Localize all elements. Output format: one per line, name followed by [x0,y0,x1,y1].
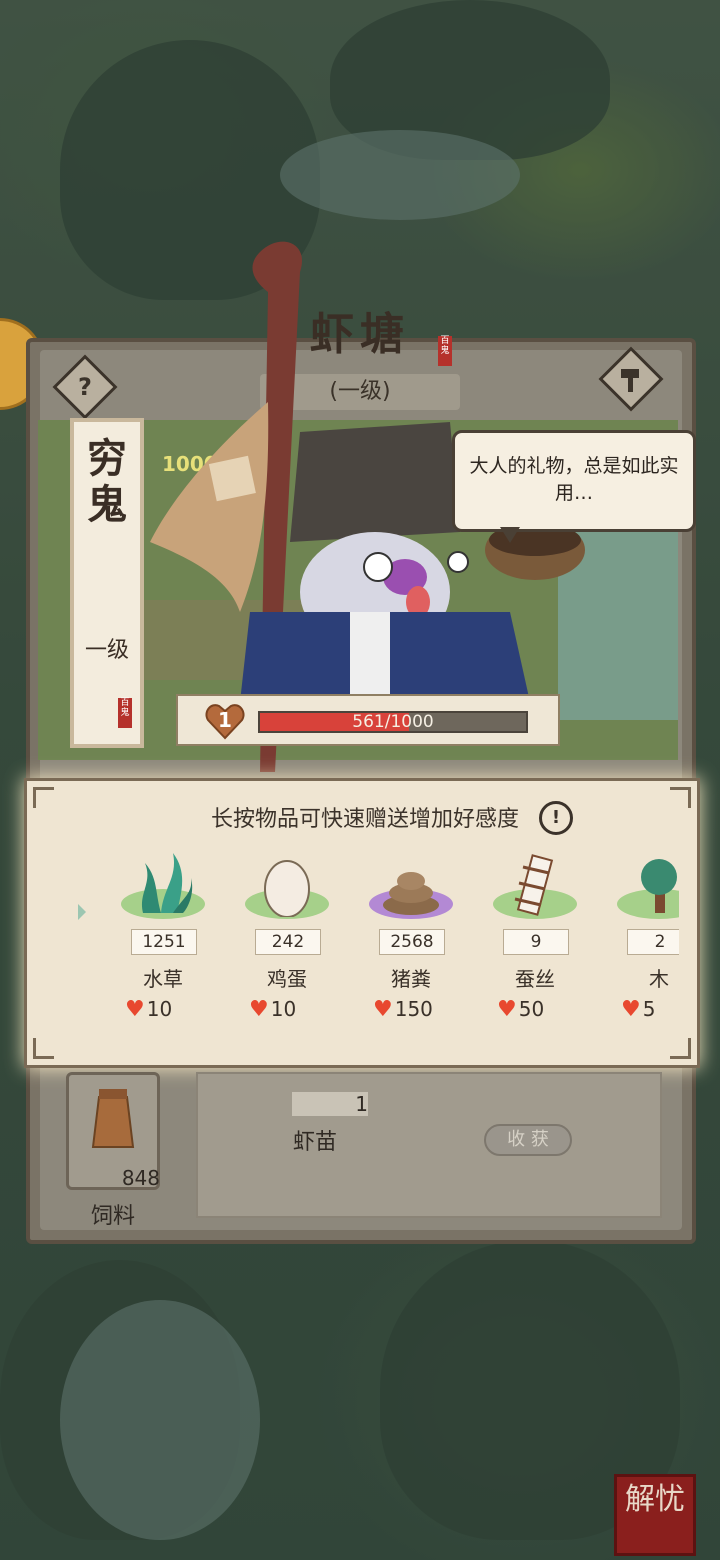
heart-icon: ♥ [621,997,641,1022]
shrimp-count: 1 [292,1092,368,1116]
gift-item-egg[interactable]: 242 鸡蛋 ♥ 10 [237,845,337,1045]
heart-icon: ♥ [373,997,393,1022]
gift-item-list[interactable]: 1251 水草 ♥ 10 242 鸡蛋 ♥ 10 2568 猪粪 ♥ 150 9… [113,845,679,1045]
item-name: 蚕丝 [515,967,555,991]
dung-icon [383,872,439,915]
item-name: 猪粪 [391,967,431,991]
affection-level-heart: 1 [205,702,245,740]
gift-hint-text: 长按物品可快速赠送增加好感度 [210,807,519,832]
help-icon: ? [78,373,92,401]
gift-panel: 长按物品可快速赠送增加好感度 ! 1251 水草 ♥ 10 242 鸡蛋 ♥ 10 [24,778,700,1068]
item-affection: ♥ 50 [497,997,545,1022]
heart-icon: ♥ [125,997,145,1022]
item-name: 鸡蛋 [267,967,307,991]
pond-slots-area [196,1072,662,1218]
gift-item-tree[interactable]: 2 木 ♥ 5 [609,845,679,1045]
silk-icon [514,854,554,916]
feed-count: 848 [121,1166,160,1190]
item-affection: ♥ 10 [125,997,173,1022]
name-seal: 百鬼 [118,698,132,728]
affection-level-number: 1 [218,708,232,732]
speech-bubble: 大人的礼物，总是如此实用… [452,430,696,532]
egg-icon [264,860,310,917]
jieyou-stamp-button[interactable]: 解忧 [614,1474,696,1556]
item-count: 1251 [131,929,197,955]
gift-item-silk[interactable]: 9 蚕丝 ♥ 50 [485,845,585,1045]
item-affection: ♥ 5 [621,997,656,1022]
item-count: 2568 [379,929,445,955]
tree-icon [641,859,677,913]
item-affection: ♥ 150 [373,997,433,1022]
affection-progress-text: 561/1000 [352,712,434,732]
speech-bubble-tail [500,527,520,543]
feed-sack-icon [91,1089,135,1148]
item-affection: ♥ 10 [249,997,297,1022]
item-name: 水草 [143,967,183,991]
info-icon[interactable]: ! [539,801,573,835]
character-level: 一级 [84,638,129,663]
seaweed-icon [141,853,193,913]
shrimp-label: 虾苗 [292,1130,337,1155]
item-count: 242 [255,929,321,955]
harvest-button[interactable]: 收 获 [484,1124,572,1156]
feed-label: 饲料 [90,1204,135,1229]
hammer-icon [611,359,651,399]
gift-item-seaweed[interactable]: 1251 水草 ♥ 10 [113,845,213,1045]
heart-icon: ♥ [497,997,517,1022]
scroll-left-arrow[interactable] [78,904,86,920]
character-name: 穷鬼 [87,435,127,528]
gift-item-dung[interactable]: 2568 猪粪 ♥ 150 [361,845,461,1045]
corner-ornament [33,1038,54,1059]
item-count: 2 [627,929,679,955]
item-name: 木 [649,967,669,991]
character-name-plate: 穷鬼 一级 百鬼 [70,418,144,748]
heart-icon: ♥ [249,997,269,1022]
item-count: 9 [503,929,569,955]
